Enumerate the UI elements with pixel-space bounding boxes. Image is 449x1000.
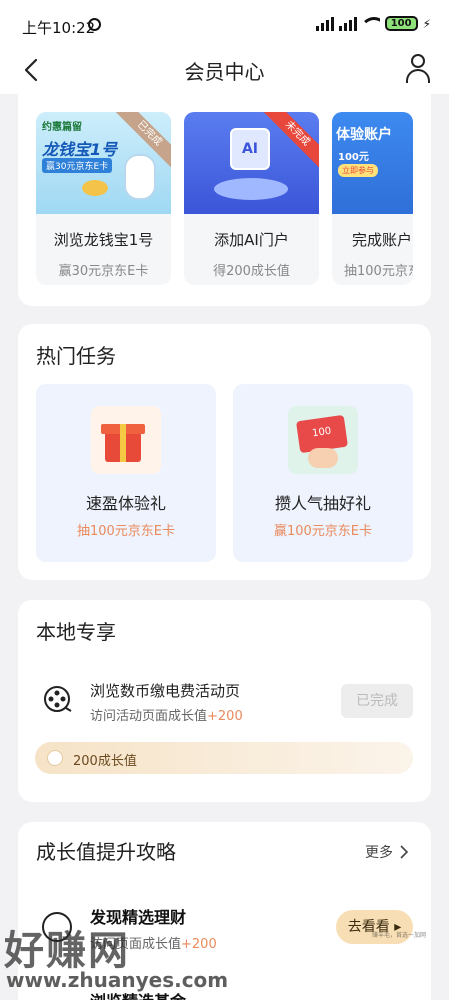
film-reel-icon [44,686,72,712]
chevron-right-icon [400,845,409,859]
task-card-sub: 得200成长值 [213,264,290,279]
local-item-desc-text: 访问活动页面成长值 [90,709,208,724]
growth-item-bonus: +200 [181,937,217,952]
local-item-desc: 访问活动页面成长值+200 [90,705,243,724]
task-card-name: 完成账户 [352,231,413,249]
banner-tag: 立即参与 [338,164,378,177]
battery-icon: 100 [384,16,418,31]
growth-item-icon [42,912,72,942]
status-time: 上午10:22 [22,19,96,37]
card-hand-icon: 100 [288,406,358,474]
charging-icon: ⚡ [422,16,431,31]
wifi-icon [361,16,380,31]
gift-icon [91,406,161,474]
account-banner-image: 体验账户 100元 立即参与 [332,112,413,214]
hot-task-suying[interactable]: 速盈体验礼 抽100元京东E卡 [36,384,216,562]
hot-task-popularity[interactable]: 100 攒人气抽好礼 赢100元京东E卡 [233,384,413,562]
banner-title: 龙钱宝1号 [42,140,118,159]
card-amount: 100 [311,425,333,440]
page-title: 会员中心 [184,60,265,84]
ai-screen-icon: AI [230,128,270,170]
longqianbao-banner-image: 约惠篇留 龙钱宝1号 赢30元京东E卡 已完成 [36,112,171,214]
local-item-bonus: +200 [207,709,243,724]
task-card-name: 浏览龙钱宝1号 [53,231,154,249]
signal-icon [315,16,334,31]
user-icon[interactable] [403,52,433,84]
hot-task-sub: 赢100元京东E卡 [273,524,373,539]
hot-tasks-title: 热门任务 [36,344,116,368]
ai-label: AI [241,141,259,157]
growth-item-title: 发现精选理财 [90,908,187,927]
more-link[interactable]: 更多 [365,842,409,862]
growth-item-desc: 访问页面成长值+200 [90,933,217,952]
task-card-account[interactable]: 体验账户 100元 立即参与 完成账户 抽100元京东 [332,112,413,285]
signal-icon-2 [338,16,357,31]
banner-tag: 约惠篇留 [42,122,82,133]
bulb-icon [47,750,63,766]
status-bar: 上午10:22 100 ⚡ [0,0,449,46]
ai-banner-image: AI 未完成 [184,112,319,214]
mascot-icon [124,154,156,200]
podium-icon [214,178,288,200]
task-card-sub: 赢30元京东E卡 [58,264,149,279]
banner-sub: 赢30元京东E卡 [42,158,113,173]
reward-bar: 200成长值 [35,742,413,774]
local-item-title: 浏览数币缴电费活动页 [90,682,241,700]
growth-title: 成长值提升攻略 [36,840,176,864]
coins-icon [82,180,108,196]
alarm-icon [88,18,101,31]
go-look-button[interactable]: 去看看 ▸ [336,910,413,944]
growth-item-desc-text: 访问页面成长值 [90,937,182,952]
more-label: 更多 [365,845,393,861]
task-card-sub: 抽100元京东 [344,264,413,279]
status-ribbon-undone: 未完成 [263,112,319,168]
task-card-name: 添加AI门户 [214,231,289,249]
banner-sub: 100元 [338,152,369,163]
hot-task-sub: 抽100元京东E卡 [76,524,176,539]
banner-title: 体验账户 [336,127,392,143]
growth-next-item: 浏览精选基金 [90,988,186,1000]
local-title: 本地专享 [36,620,116,644]
reward-text: 200成长值 [73,754,137,769]
task-card-longqianbao[interactable]: 约惠篇留 龙钱宝1号 赢30元京东E卡 已完成 浏览龙钱宝1号 赢30元京东E卡 [36,112,171,285]
go-look-label: 去看看 [347,919,390,935]
task-card-ai-portal[interactable]: AI 未完成 添加AI门户 得200成长值 [184,112,319,285]
hot-task-name: 速盈体验礼 [85,494,166,513]
completed-button[interactable]: 已完成 [341,684,413,718]
nav-header: 会员中心 [0,46,449,94]
hot-task-name: 攒人气抽好礼 [274,494,371,513]
